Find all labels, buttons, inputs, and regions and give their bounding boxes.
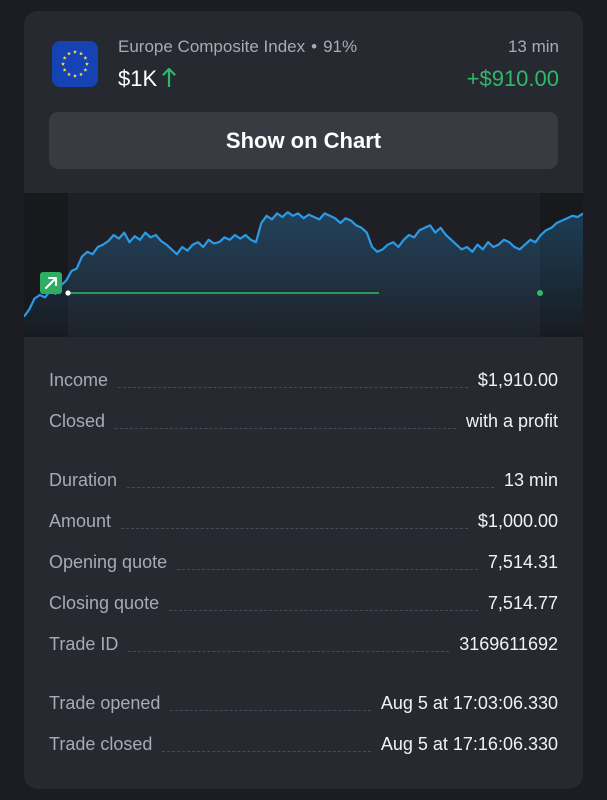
flag-star <box>73 73 77 78</box>
flag-star <box>62 55 67 60</box>
detail-value: 7,514.31 <box>487 552 558 572</box>
chart-area <box>24 212 583 337</box>
detail-row-closed: Closed with a profit <box>49 402 558 432</box>
detail-value: Aug 5 at 17:03:06.330 <box>380 693 558 713</box>
trade-card: Europe Composite Index • 91% $1K 13 min +$… <box>24 11 583 789</box>
flag-star <box>67 72 71 77</box>
arrow-up-icon <box>162 67 176 92</box>
payout-percent: 91% <box>323 37 358 56</box>
trade-amount: $1K <box>118 66 158 91</box>
trade-profit: +$910.00 <box>466 66 559 91</box>
dotted-leader <box>121 527 468 529</box>
dotted-leader <box>162 750 371 752</box>
detail-value: Aug 5 at 17:16:06.330 <box>380 734 558 754</box>
detail-row-duration: Duration 13 min <box>49 461 558 491</box>
detail-label: Closed <box>49 411 106 431</box>
flag-star <box>73 49 77 54</box>
detail-row-trade-opened: Trade opened Aug 5 at 17:03:06.330 <box>49 684 558 714</box>
detail-label: Trade ID <box>49 634 119 654</box>
trade-mini-chart <box>24 193 583 337</box>
detail-label: Closing quote <box>49 593 160 613</box>
detail-row-amount: Amount $1,000.00 <box>49 502 558 532</box>
detail-row-trade-closed: Trade closed Aug 5 at 17:16:06.330 <box>49 725 558 755</box>
flag-star <box>62 67 67 72</box>
trade-open-point <box>65 290 71 296</box>
dotted-leader <box>177 568 478 570</box>
show-on-chart-button[interactable]: Show on Chart <box>49 112 558 169</box>
dotted-leader <box>170 709 371 711</box>
arrow-up-right-icon <box>40 272 62 294</box>
flag-star <box>67 51 71 56</box>
flag-star <box>79 72 83 77</box>
dotted-leader <box>115 427 456 429</box>
detail-label: Amount <box>49 511 112 531</box>
dotted-leader <box>127 486 494 488</box>
flag-star <box>85 61 89 66</box>
asset-name: Europe Composite Index <box>118 37 306 56</box>
trade-duration: 13 min <box>507 37 559 56</box>
detail-label: Trade opened <box>49 693 161 713</box>
detail-value: $1,000.00 <box>477 511 558 531</box>
detail-label: Opening quote <box>49 552 168 572</box>
dotted-leader <box>128 650 450 652</box>
flag-star <box>83 55 88 60</box>
dotted-leader <box>169 609 478 611</box>
detail-label: Trade closed <box>49 734 153 754</box>
detail-label: Income <box>49 370 109 390</box>
flag-star <box>83 67 88 72</box>
detail-row-income: Income $1,910.00 <box>49 361 558 391</box>
flag-star <box>61 61 65 66</box>
flag-star <box>79 51 83 56</box>
eu-flag-icon <box>52 41 98 87</box>
detail-row-closing-quote: Closing quote 7,514.77 <box>49 584 558 614</box>
detail-value: 13 min <box>503 470 558 490</box>
detail-value: 3169611692 <box>459 634 558 654</box>
trade-close-point <box>537 290 543 296</box>
detail-row-trade-id: Trade ID 3169611692 <box>49 625 558 655</box>
dotted-leader <box>118 386 468 388</box>
separator-dot: • <box>311 37 318 56</box>
trade-header: Europe Composite Index • 91% $1K 13 min +$… <box>24 11 583 111</box>
detail-value: with a profit <box>465 411 558 431</box>
detail-row-opening-quote: Opening quote 7,514.31 <box>49 543 558 573</box>
asset-title: Europe Composite Index • 91% <box>118 37 357 57</box>
trade-amount-group: $1K <box>118 66 176 92</box>
detail-value: $1,910.00 <box>477 370 558 390</box>
detail-value: 7,514.77 <box>487 593 558 613</box>
detail-label: Duration <box>49 470 118 490</box>
